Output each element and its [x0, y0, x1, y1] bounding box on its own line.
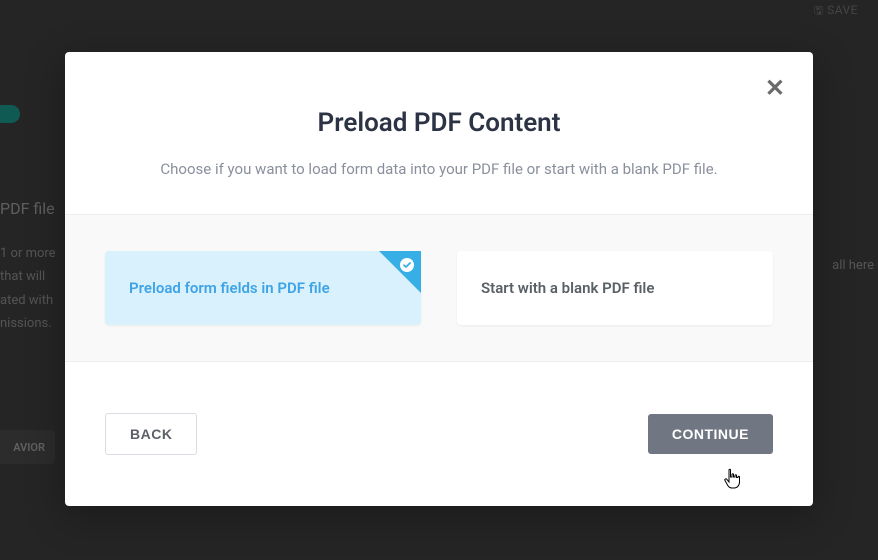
check-icon	[399, 257, 415, 273]
modal-title: Preload PDF Content	[105, 108, 773, 138]
modal-subtitle: Choose if you want to load form data int…	[105, 160, 773, 178]
option-label: Start with a blank PDF file	[481, 279, 749, 297]
modal-footer: BACK CONTINUE	[65, 362, 813, 506]
option-blank-pdf[interactable]: Start with a blank PDF file	[457, 251, 773, 325]
option-preload-fields[interactable]: Preload form fields in PDF file	[105, 251, 421, 325]
continue-button[interactable]: CONTINUE	[648, 414, 773, 454]
back-button[interactable]: BACK	[105, 413, 197, 455]
modal-body: Preload form fields in PDF file Start wi…	[65, 214, 813, 362]
modal-header: Preload PDF Content Choose if you want t…	[65, 52, 813, 214]
close-icon[interactable]: ✕	[765, 76, 785, 100]
option-label: Preload form fields in PDF file	[129, 279, 397, 297]
preload-pdf-modal: ✕ Preload PDF Content Choose if you want…	[65, 52, 813, 506]
